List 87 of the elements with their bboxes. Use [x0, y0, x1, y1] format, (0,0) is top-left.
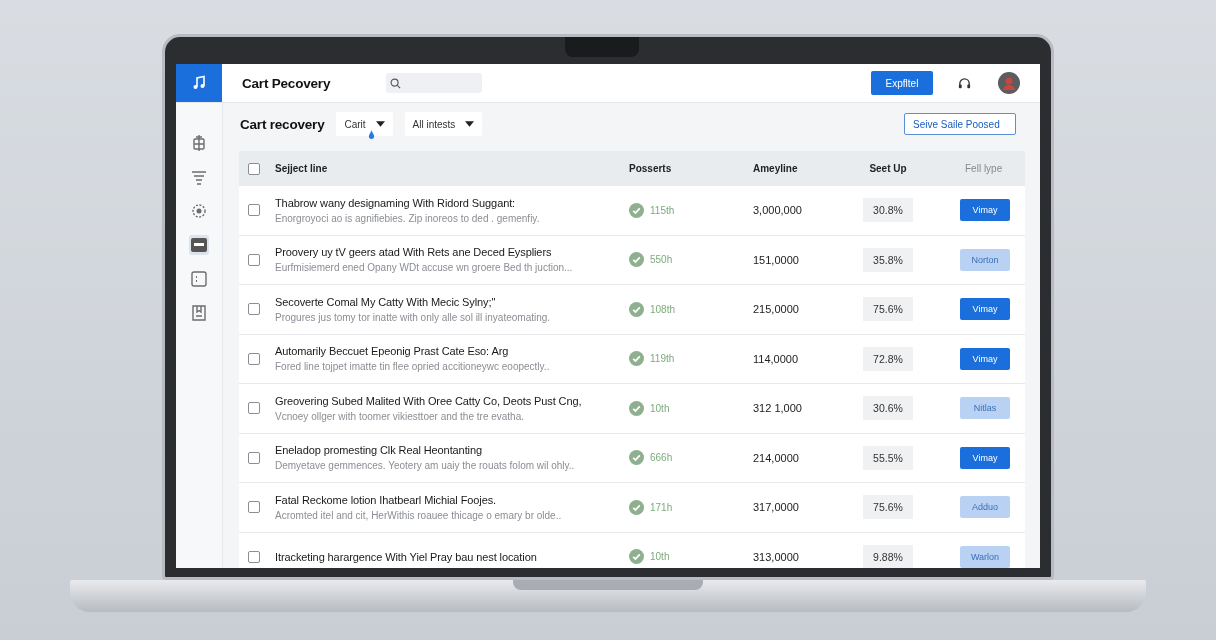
preview-text: Enorgroyoci ao is agnifiebies. Zip inoreos to ded . gemenfiy. [275, 212, 541, 224]
status-text: 108th [650, 303, 676, 315]
rate-cell: 30.6% [863, 396, 913, 421]
headset-icon[interactable] [957, 75, 972, 91]
checkbox[interactable] [248, 402, 260, 415]
search-icon [390, 77, 402, 89]
action-button[interactable]: Nitlas [960, 397, 1010, 420]
rate-cell: 75.6% [863, 297, 913, 322]
table-cell-text: 3,000,000 [753, 204, 803, 217]
table-cell-text: 312 1,000 [753, 402, 803, 415]
subject-line: Itracketing harargence With Yiel Pray bau nest location [275, 550, 538, 563]
column-header: Fell lype [964, 163, 1004, 174]
status-text: 171h [650, 501, 673, 513]
checkbox[interactable] [248, 253, 260, 266]
subject-line: Greovering Subed Malited With Oree Catty Co, Deots Pust Cng, [275, 394, 583, 407]
table-cell-text: 151,0000 [753, 253, 800, 266]
action-button[interactable]: Norton [960, 248, 1010, 271]
table-cell-text: 215,0000 [753, 303, 800, 316]
action-button[interactable]: Adduo [960, 496, 1010, 519]
preview-text: Progures jus tomy tor inatte with only alle sol ill inyateomating. [275, 311, 552, 323]
preview-text: Eurfmisiemerd ened Opany WDt accuse wn groere Bed th juction... [275, 262, 574, 274]
action-button[interactable]: Vimay [960, 446, 1010, 469]
status-text: 666h [650, 452, 673, 464]
subject-line: Automarily Beccuet Epeonig Prast Cate Eso: Arg [275, 345, 510, 358]
checkbox[interactable] [248, 204, 260, 217]
avatar[interactable] [998, 72, 1020, 94]
check-circle-icon [629, 252, 644, 268]
action-button[interactable]: Vimay [960, 298, 1010, 321]
sort-dropdown[interactable]: Seive Saile Poosed [904, 113, 1016, 135]
table-cell-text: 317,0000 [753, 501, 800, 514]
check-circle-icon [629, 301, 644, 317]
status-text: 10th [650, 551, 670, 563]
check-circle-icon [629, 202, 644, 218]
rate-cell: 30.8% [863, 198, 913, 223]
subject-line: Fatal Reckome lotion Ihatbearl Michial Foojes. [275, 493, 497, 506]
preview-text: Acromted itel and cit, HerWithis roauee thicage o emary br olde.. [275, 509, 563, 521]
preview-text: Fored line tojpet imatte tin flee opried accitioneywc eoopectly.. [275, 361, 551, 373]
checkbox[interactable] [248, 352, 260, 365]
table-cell-text: 114,0000 [753, 352, 800, 365]
caret-icon [375, 121, 385, 127]
subject-line: Secoverte Comal My Catty With Mecic Sylny;" [275, 295, 497, 308]
preview-text: Demyetave gemmences. Yeotery am uaiy the rouats folom wil ohly.. [275, 460, 576, 472]
rate-cell: 75.6% [863, 495, 913, 520]
subject-line: Thabrow wany designaming With Ridord Suggant: [275, 196, 517, 209]
checkbox[interactable] [248, 162, 260, 175]
status-text: 119th [650, 353, 675, 365]
rate-cell: 72.8% [863, 346, 913, 371]
table-cell-text: 214,0000 [753, 451, 800, 464]
action-button[interactable]: Vimay [960, 199, 1010, 222]
check-circle-icon [629, 549, 644, 565]
page-title: Cart recovery [240, 116, 325, 132]
drop-icon [368, 130, 376, 139]
app-title: Cart Pecovery [242, 75, 331, 91]
subject-line: Proovery uy tV geers atad With Rets ane Deced Eyspliers [275, 246, 553, 259]
filter-dropdown[interactable]: Carit [336, 112, 393, 136]
filter-dropdown[interactable]: All intests [404, 112, 483, 136]
export-button[interactable]: Expfltel [871, 71, 933, 95]
nav-icon[interactable] [189, 269, 209, 289]
check-circle-icon [629, 499, 644, 515]
status-text: 550h [650, 254, 673, 266]
search-field[interactable] [386, 73, 483, 93]
checkbox[interactable] [248, 303, 260, 316]
nav-icon[interactable] [189, 201, 209, 221]
rate-cell: 9.88% [863, 544, 913, 568]
music-note-icon[interactable] [176, 64, 222, 102]
rate-cell: 35.8% [863, 247, 913, 272]
action-button[interactable]: Warlon [960, 545, 1010, 568]
caret-icon [465, 121, 475, 127]
column-header: Seet Up [868, 163, 908, 174]
action-button[interactable]: Vimay [960, 347, 1010, 370]
check-circle-icon [629, 450, 644, 466]
subject-line: Eneladop promesting Clk Real Heontanting [275, 444, 483, 457]
column-header: Ameyline [753, 163, 799, 174]
column-header: Posserts [629, 163, 673, 174]
column-header: Sejject line [275, 163, 329, 174]
status-text: 115th [650, 204, 675, 216]
table-cell-text: 313,0000 [753, 550, 800, 563]
checkbox[interactable] [248, 451, 260, 464]
nav-icon[interactable] [189, 303, 209, 323]
preview-text: Vcnoey ollger with toomer vikiesttoer and the tre evatha. [275, 410, 526, 422]
checkbox[interactable] [248, 550, 260, 563]
rate-cell: 55.5% [863, 445, 913, 470]
nav-icon[interactable] [189, 235, 209, 255]
status-text: 10th [650, 402, 670, 414]
checkbox[interactable] [248, 501, 260, 514]
check-circle-icon [629, 351, 644, 367]
check-circle-icon [629, 400, 644, 416]
